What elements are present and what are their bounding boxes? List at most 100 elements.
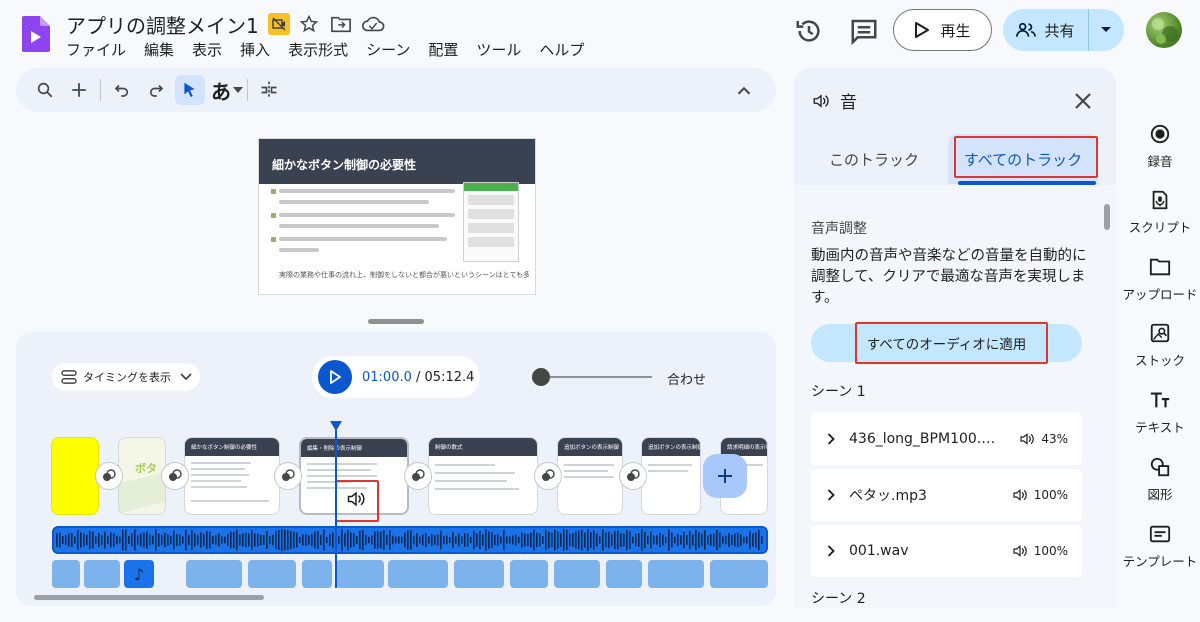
timeline-clip-slide[interactable]: 追加ボタンの表示制御 bbox=[641, 437, 701, 515]
timeline-play-button[interactable] bbox=[318, 360, 352, 394]
app-logo[interactable] bbox=[22, 16, 50, 52]
audio-track-item[interactable]: 436_long_BPM100.mp3 43% bbox=[811, 413, 1082, 465]
audio-segment[interactable] bbox=[554, 560, 600, 588]
waveform-bar bbox=[641, 529, 643, 551]
document-title[interactable]: アプリの調整メイン1 bbox=[66, 10, 259, 39]
record-icon bbox=[1148, 122, 1172, 146]
panel-scrollbar[interactable] bbox=[1104, 204, 1110, 230]
audio-segment[interactable] bbox=[388, 560, 448, 588]
select-cursor-icon[interactable] bbox=[175, 75, 205, 105]
transition-icon[interactable] bbox=[161, 462, 189, 490]
timeline-clip-slide[interactable]: 制御の数式 bbox=[428, 437, 538, 515]
zoom-search-icon[interactable] bbox=[30, 75, 60, 105]
clip-text-line bbox=[307, 463, 377, 465]
slide-preview[interactable]: 細かなボタン制御の必要性 実際の業務や仕事の流れ上、制御をしないと都合が悪いとい… bbox=[258, 138, 536, 295]
transition-icon[interactable] bbox=[534, 462, 562, 490]
track-volume[interactable]: 100% bbox=[1012, 488, 1068, 502]
audio-segment[interactable] bbox=[454, 560, 504, 588]
rail-upload[interactable]: アップロード bbox=[1120, 255, 1200, 303]
add-clip-button[interactable] bbox=[703, 454, 747, 498]
music-note-icon[interactable]: ♪ bbox=[124, 560, 154, 588]
timeline-scrollbar[interactable] bbox=[34, 595, 264, 600]
close-icon[interactable] bbox=[1071, 89, 1095, 113]
menu-insert[interactable]: 挿入 bbox=[240, 39, 270, 60]
fit-to-timeline-button[interactable]: 合わせる bbox=[667, 369, 707, 388]
tab-this-track[interactable]: このトラック bbox=[794, 134, 954, 184]
audio-segment[interactable] bbox=[302, 560, 332, 588]
audio-segment[interactable] bbox=[336, 560, 384, 588]
waveform-bar bbox=[251, 530, 253, 550]
menu-tools[interactable]: ツール bbox=[476, 39, 521, 60]
audio-track-item[interactable]: 001.wav 100% bbox=[811, 525, 1082, 577]
audio-segment[interactable] bbox=[510, 560, 548, 588]
rail-template[interactable]: テンプレート bbox=[1120, 522, 1200, 570]
waveform-bar bbox=[602, 529, 604, 551]
show-timing-toggle[interactable]: タイミングを表示 bbox=[52, 363, 200, 391]
rail-record[interactable]: 録音 bbox=[1120, 122, 1200, 170]
text-tool[interactable]: あ bbox=[209, 75, 245, 105]
audio-segment[interactable] bbox=[84, 560, 120, 588]
audio-waveform-track[interactable] bbox=[52, 526, 768, 554]
collapse-toolbar-icon[interactable] bbox=[733, 80, 755, 102]
avatar[interactable] bbox=[1146, 12, 1182, 48]
move-folder-icon[interactable] bbox=[328, 11, 354, 37]
rail-text[interactable]: テキスト bbox=[1120, 388, 1200, 436]
resize-handle[interactable] bbox=[368, 319, 424, 324]
menu-view[interactable]: 表示 bbox=[192, 39, 222, 60]
waveform-bar bbox=[428, 536, 430, 544]
menu-arrange[interactable]: 配置 bbox=[428, 39, 458, 60]
rail-stock[interactable]: ストック bbox=[1120, 321, 1200, 369]
rail-script[interactable]: スクリプト bbox=[1120, 188, 1200, 236]
waveform-bar bbox=[728, 533, 730, 547]
audio-segment[interactable] bbox=[606, 560, 642, 588]
waveform-bar bbox=[617, 530, 619, 550]
zoom-slider-track[interactable] bbox=[540, 376, 652, 378]
cloud-saved-icon[interactable] bbox=[360, 11, 386, 37]
timeline-clip-text[interactable]: ボタ bbox=[118, 437, 166, 515]
track-volume[interactable]: 43% bbox=[1019, 432, 1068, 446]
track-volume[interactable]: 100% bbox=[1012, 544, 1068, 558]
slide-bullet bbox=[271, 189, 276, 194]
undo-icon[interactable] bbox=[107, 75, 137, 105]
audio-segment[interactable] bbox=[52, 560, 80, 588]
transition-icon[interactable] bbox=[619, 462, 647, 490]
transition-icon[interactable] bbox=[404, 462, 432, 490]
waveform-bar bbox=[707, 535, 709, 545]
menu-format[interactable]: 表示形式 bbox=[288, 39, 348, 60]
waveform-bar bbox=[734, 533, 736, 547]
menu-file[interactable]: ファイル bbox=[66, 39, 126, 60]
menu-help[interactable]: ヘルプ bbox=[539, 39, 584, 60]
add-icon[interactable] bbox=[64, 75, 94, 105]
waveform-bar bbox=[422, 534, 424, 546]
waveform-bar bbox=[740, 534, 742, 546]
redo-icon[interactable] bbox=[141, 75, 171, 105]
waveform-bar bbox=[86, 534, 88, 546]
comments-icon[interactable] bbox=[849, 16, 879, 46]
audio-segment[interactable] bbox=[248, 560, 296, 588]
audio-track-item[interactable]: ペタッ.mp3 100% bbox=[811, 469, 1082, 521]
version-history-icon[interactable] bbox=[794, 16, 824, 46]
audio-segment[interactable] bbox=[186, 560, 242, 588]
timeline-clip-slide[interactable]: 細かなボタン制御の必要性 bbox=[184, 437, 280, 515]
timeline-clip-slide[interactable]: 追加ボタンの表示制御 bbox=[557, 437, 623, 515]
audio-segment[interactable] bbox=[648, 560, 704, 588]
star-icon[interactable] bbox=[296, 11, 322, 37]
zoom-slider-handle[interactable] bbox=[532, 368, 550, 386]
waveform-bar bbox=[443, 535, 445, 545]
play-button[interactable]: 再生 bbox=[893, 9, 992, 51]
rail-shapes[interactable]: 図形 bbox=[1120, 455, 1200, 503]
timeline-clip-color[interactable] bbox=[51, 437, 99, 515]
menu-scene[interactable]: シーン bbox=[366, 39, 410, 60]
track-name: ペタッ.mp3 bbox=[849, 488, 927, 504]
share-dropdown-button[interactable] bbox=[1089, 26, 1123, 34]
folder-icon bbox=[1148, 255, 1172, 279]
menu-edit[interactable]: 編集 bbox=[144, 39, 174, 60]
no-video-badge-icon[interactable] bbox=[268, 13, 290, 35]
transition-icon[interactable] bbox=[95, 462, 123, 490]
split-clip-icon[interactable] bbox=[254, 75, 284, 105]
audio-segment[interactable] bbox=[710, 560, 768, 588]
transition-icon[interactable] bbox=[274, 462, 302, 490]
waveform-bar bbox=[185, 529, 187, 551]
slide-text-line bbox=[279, 237, 447, 241]
share-button[interactable]: 共有 bbox=[1003, 9, 1089, 51]
